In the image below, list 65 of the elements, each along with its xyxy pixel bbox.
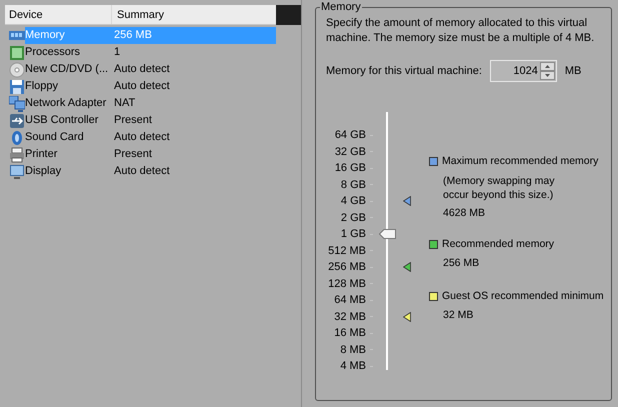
field-label: Memory for this virtual machine: xyxy=(326,64,482,79)
column-header[interactable]: Device xyxy=(5,5,112,24)
scale-label: 32 GB xyxy=(334,146,366,158)
device-summary: Auto detect xyxy=(113,130,170,145)
scale-label: 8 MB xyxy=(340,344,366,356)
memory-value[interactable]: 1024 xyxy=(490,62,540,80)
legend-amount: 4628 MB xyxy=(443,206,486,220)
scale-label: 64 GB xyxy=(334,129,366,141)
device-summary: 256 MB xyxy=(113,28,152,43)
device-row[interactable]: Floppy Auto detect xyxy=(25,78,276,95)
device-name: USB Controller xyxy=(25,113,100,128)
scale-label: 4 MB xyxy=(340,360,366,372)
scale-label: 16 MB xyxy=(334,327,366,339)
device-summary: Present xyxy=(113,113,152,128)
device-row[interactable]: Printer Present xyxy=(25,146,276,163)
group-title: Memory xyxy=(320,1,362,14)
device-summary: NAT xyxy=(113,96,136,111)
device-summary: Present xyxy=(113,147,152,162)
device-row[interactable]: Sound Card Auto detect xyxy=(25,129,276,146)
description-text: Specify the amount of memory allocated to this virtual machine. The memory size must be a multiple of 4 MB. xyxy=(326,16,596,46)
device-row[interactable]: Display Auto detect xyxy=(25,163,276,180)
column-header[interactable]: Summary xyxy=(112,5,276,24)
legend-note: (Memory swapping may occur beyond this size.) xyxy=(443,174,556,202)
scale-label: 8 GB xyxy=(340,178,366,190)
monitor-icon xyxy=(9,164,25,180)
device-name: Printer xyxy=(25,147,58,162)
header-filler xyxy=(276,5,301,25)
device-summary: Auto detect xyxy=(113,79,170,94)
scale-label: 64 MB xyxy=(334,294,366,306)
printer-icon xyxy=(9,146,25,162)
scale-label: 2 GB xyxy=(340,212,366,224)
device-summary: Auto detect xyxy=(113,164,170,179)
device-name: Floppy xyxy=(25,79,60,94)
device-row[interactable]: New CD/DVD (... Auto detect xyxy=(25,61,276,78)
unit-label: MB xyxy=(564,64,582,79)
legend-label: Maximum recommended memory xyxy=(442,154,598,169)
spin-up-icon[interactable] xyxy=(540,62,555,71)
spin-down-icon[interactable] xyxy=(540,71,555,80)
slider-track[interactable] xyxy=(379,112,412,370)
scale-label: 128 MB xyxy=(328,278,366,290)
device-row[interactable]: USB Controller Present xyxy=(25,112,276,129)
device-name: Display xyxy=(25,164,62,179)
scale-label: 32 MB xyxy=(334,310,366,322)
device-name: Network Adapter xyxy=(25,96,108,111)
device-row[interactable]: Network Adapter NAT xyxy=(25,95,276,112)
device-name: Sound Card xyxy=(25,130,85,145)
scale-label: 1 GB xyxy=(340,228,366,240)
scale-label: 4 GB xyxy=(340,195,366,207)
device-summary: Auto detect xyxy=(113,62,170,77)
device-name: Processors xyxy=(25,45,82,60)
legend-amount: 256 MB xyxy=(443,256,480,270)
memory-spinner[interactable]: 1024 xyxy=(490,60,557,82)
legend-label: Guest OS recommended minimum xyxy=(442,288,604,304)
device-name: Memory xyxy=(25,28,66,43)
scale-label: 256 MB xyxy=(328,261,366,273)
disc-icon xyxy=(9,62,25,78)
slider-thumb[interactable] xyxy=(379,229,396,240)
computer-network-icon xyxy=(9,96,25,112)
scale-label: 512 MB xyxy=(328,244,366,256)
scale-label: 16 GB xyxy=(334,162,366,174)
legend-label: Recommended memory xyxy=(442,236,554,252)
device-summary: 1 xyxy=(113,45,120,60)
device-name: New CD/DVD (... xyxy=(25,62,110,77)
device-row[interactable]: Processors 1 xyxy=(25,44,276,61)
legend-amount: 32 MB xyxy=(443,308,474,322)
